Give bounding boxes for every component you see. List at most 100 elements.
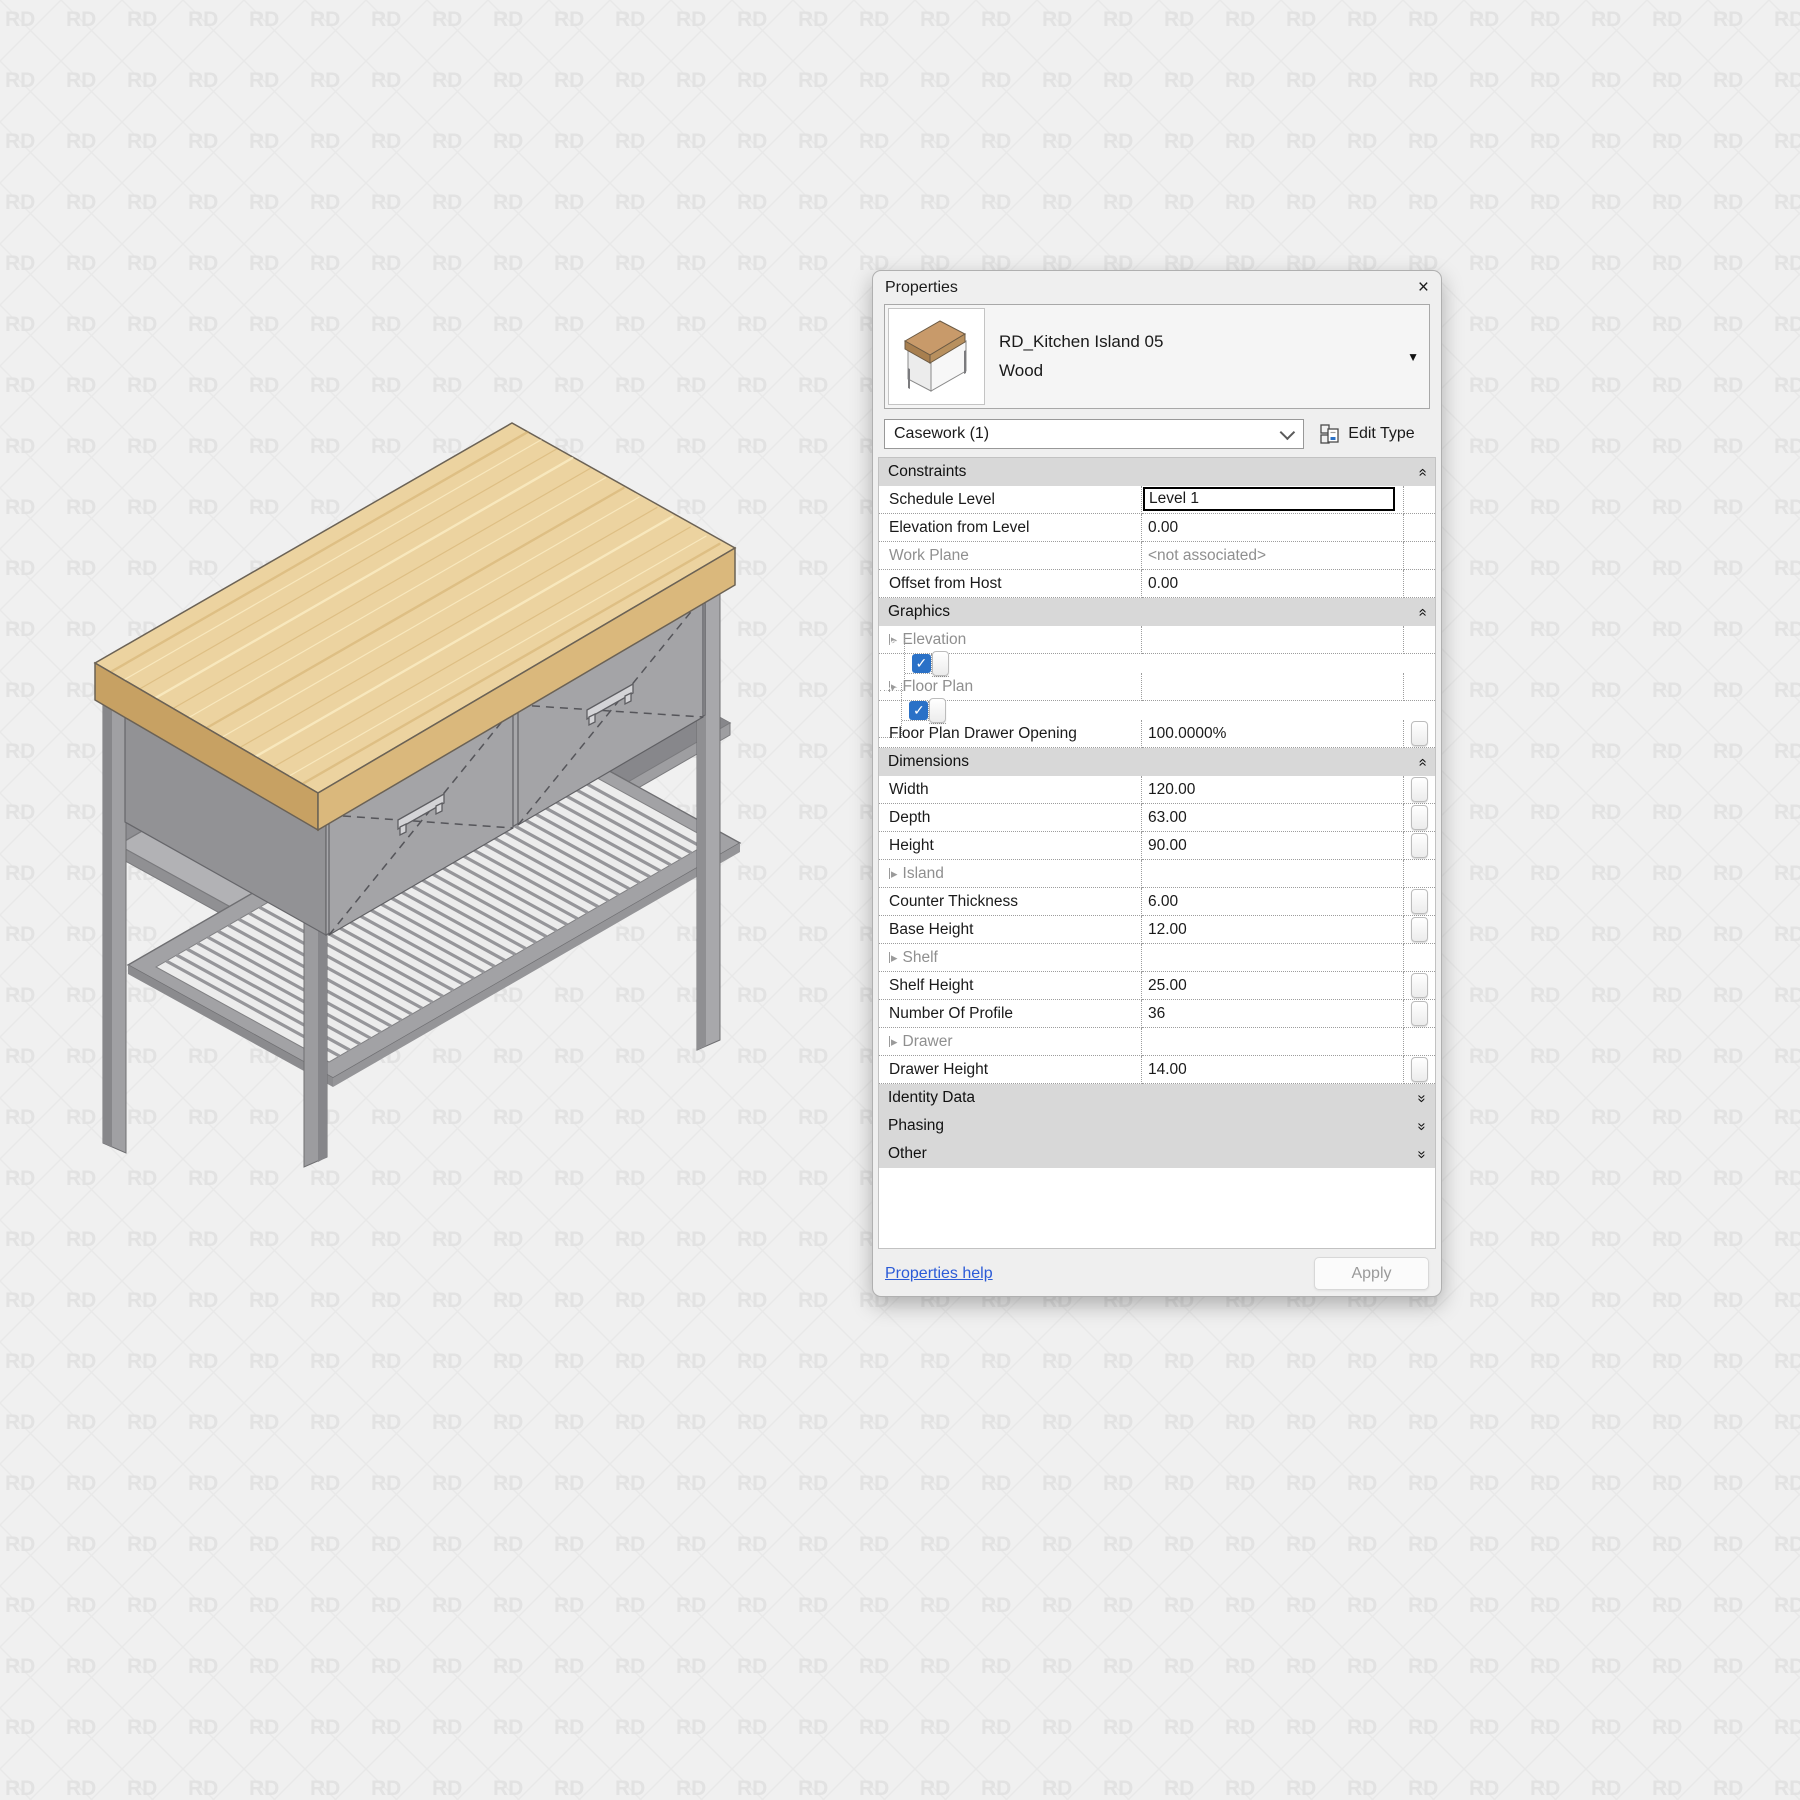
close-icon[interactable]: × <box>1418 278 1429 297</box>
property-label: Shelf <box>902 948 938 966</box>
property-name-cell: Base Height <box>879 916 1142 944</box>
collapse-icon[interactable]: » <box>1413 468 1430 476</box>
property-label: Island <box>902 864 944 882</box>
property-row-island: ▸ Island <box>879 860 1435 888</box>
type-names: RD_Kitchen Island 05 Wood <box>999 332 1407 381</box>
property-row-drawer-height: Drawer Height 14.00 <box>879 1056 1435 1084</box>
property-name-cell: Elevation from Level <box>879 514 1142 542</box>
property-value-cell[interactable]: ✓ <box>902 700 930 721</box>
type-dropdown-icon[interactable]: ▼ <box>1407 350 1419 364</box>
panel-titlebar[interactable]: Properties × <box>873 271 1441 304</box>
property-value-cell[interactable]: 63.00 <box>1142 804 1404 832</box>
selector-row: Casework (1) Edit Type <box>884 419 1430 449</box>
associate-parameter-button[interactable] <box>929 697 947 723</box>
property-value-cell[interactable]: 120.00 <box>1142 776 1404 804</box>
property-label: Base Height <box>889 920 974 938</box>
property-label: Floor Plan <box>902 677 974 695</box>
property-value-cell[interactable]: 0.00 <box>1142 514 1404 542</box>
type-name: Wood <box>999 361 1044 380</box>
property-value-cell[interactable]: 6.00 <box>1142 888 1404 916</box>
property-row-floor-plan: ▸ Floor Plan <box>879 673 1435 701</box>
edit-type-button[interactable]: Edit Type <box>1304 419 1430 449</box>
property-label: Height <box>889 836 934 854</box>
associate-parameter-button[interactable] <box>931 650 949 676</box>
section-header-graphics[interactable]: Graphics » <box>879 598 1435 626</box>
associate-parameter-button[interactable] <box>1411 721 1428 746</box>
family-name: RD_Kitchen Island 05 <box>999 332 1164 351</box>
property-value-cell[interactable]: <not associated> <box>1142 542 1404 570</box>
property-name-cell: Offset from Host <box>879 570 1142 598</box>
associate-parameter-button[interactable] <box>1411 1057 1428 1082</box>
associate-parameter-button[interactable] <box>1411 833 1428 858</box>
section-title: Identity Data <box>888 1089 976 1106</box>
property-name-cell: Counter Thickness <box>879 888 1142 916</box>
associate-parameter-button[interactable] <box>1411 1001 1428 1026</box>
property-label: Elevation <box>902 630 967 648</box>
property-name-cell: ▸ Drawer <box>879 1028 1142 1056</box>
property-value-cell[interactable]: 14.00 <box>1142 1056 1404 1084</box>
checkbox-checked[interactable]: ✓ <box>909 700 929 720</box>
property-value-cell <box>1142 626 1404 654</box>
properties-help-link[interactable]: Properties help <box>885 1265 993 1283</box>
associate-parameter-cell <box>1404 888 1435 916</box>
property-row-elevation: ▸ Elevation <box>879 626 1435 654</box>
property-row-number-of-profile: Number Of Profile 36 <box>879 1000 1435 1028</box>
property-value: 120.00 <box>1148 780 1196 798</box>
property-name-cell: Work Plane <box>879 542 1142 570</box>
apply-button[interactable]: Apply <box>1314 1257 1429 1290</box>
associate-parameter-cell <box>1404 944 1435 972</box>
associate-parameter-cell <box>1404 860 1435 888</box>
property-row-shelf-height: Shelf Height 25.00 <box>879 972 1435 1000</box>
associate-parameter-button[interactable] <box>1411 889 1428 914</box>
associate-parameter-button[interactable] <box>1411 777 1428 802</box>
panel-title: Properties <box>885 278 958 296</box>
property-value: 36 <box>1148 1004 1166 1022</box>
property-row-height: Height 90.00 <box>879 832 1435 860</box>
property-row-work-plane: Work Plane <not associated> <box>879 542 1435 570</box>
property-label: Number Of Profile <box>889 1004 1014 1022</box>
property-value-cell[interactable]: 25.00 <box>1142 972 1404 1000</box>
expand-icon[interactable]: » <box>1413 1150 1430 1158</box>
section-header-phasing[interactable]: Phasing » <box>879 1112 1435 1140</box>
section-header-dimensions[interactable]: Dimensions » <box>879 748 1435 776</box>
property-label: Counter Thickness <box>889 892 1018 910</box>
type-selector[interactable]: RD_Kitchen Island 05 Wood ▼ <box>884 304 1430 409</box>
associate-parameter-cell <box>1404 542 1435 570</box>
associate-parameter-button[interactable] <box>1411 973 1428 998</box>
property-name-cell: ▸ Shelf <box>879 944 1142 972</box>
property-row-counter-thickness: Counter Thickness 6.00 <box>879 888 1435 916</box>
section-title: Constraints <box>888 463 967 480</box>
section-header-other[interactable]: Other » <box>879 1140 1435 1168</box>
property-value-cell[interactable]: 36 <box>1142 1000 1404 1028</box>
property-value-cell[interactable]: ✓ <box>904 653 932 674</box>
expand-icon[interactable]: » <box>1413 1094 1430 1102</box>
associate-parameter-button[interactable] <box>1411 917 1428 942</box>
selection-filter-combo[interactable]: Casework (1) <box>884 419 1304 449</box>
property-value-cell[interactable]: 100.0000% <box>1142 720 1404 748</box>
property-value-cell[interactable]: 0.00 <box>1142 570 1404 598</box>
expand-icon[interactable]: » <box>1413 1122 1430 1130</box>
property-value: 90.00 <box>1148 836 1187 854</box>
section-header-identity-data[interactable]: Identity Data » <box>879 1084 1435 1112</box>
property-value-cell <box>1142 944 1404 972</box>
property-name-cell: ▸ Elevation <box>879 626 1142 654</box>
subgroup-arrow-icon: ▸ <box>889 866 898 881</box>
property-value-cell[interactable]: Level 1 <box>1142 486 1404 514</box>
associate-parameter-cell <box>1404 673 1435 701</box>
checkbox-checked[interactable]: ✓ <box>911 653 931 673</box>
property-value-cell[interactable]: 12.00 <box>1142 916 1404 944</box>
property-name-cell: Floor Plan Drawer Opening <box>879 720 1142 748</box>
properties-panel: Properties × RD_Kitchen Island 05 Wood ▼… <box>872 270 1442 1297</box>
value-input-selected[interactable]: Level 1 <box>1143 487 1395 511</box>
associate-parameter-button[interactable] <box>1411 805 1428 830</box>
subgroup-arrow-icon: ▸ <box>889 1034 898 1049</box>
property-value-cell[interactable]: 90.00 <box>1142 832 1404 860</box>
property-name-cell: Depth <box>879 804 1142 832</box>
section-header-constraints[interactable]: Constraints » <box>879 458 1435 486</box>
property-row-width: Width 120.00 <box>879 776 1435 804</box>
application-canvas: RD <box>0 0 1800 1800</box>
associate-parameter-cell <box>1404 1000 1435 1028</box>
collapse-icon[interactable]: » <box>1413 758 1430 766</box>
property-grid: Constraints » Schedule Level Level 1 Elevati… <box>878 457 1436 1249</box>
collapse-icon[interactable]: » <box>1413 608 1430 616</box>
